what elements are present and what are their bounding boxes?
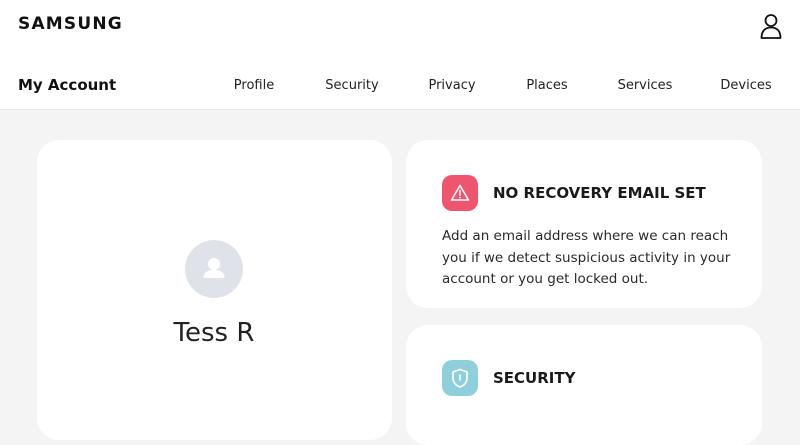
top-header: SAMSUNG My Account Profile Security Priv… bbox=[0, 0, 800, 110]
nav-services[interactable]: Services bbox=[618, 78, 673, 93]
recovery-email-heading: NO RECOVERY EMAIL SET bbox=[493, 184, 706, 202]
profile-name: Tess R bbox=[173, 318, 255, 348]
nav-places[interactable]: Places bbox=[526, 78, 567, 93]
avatar[interactable] bbox=[185, 240, 243, 298]
nav-profile[interactable]: Profile bbox=[234, 78, 274, 93]
shield-icon bbox=[452, 368, 468, 388]
nav-security[interactable]: Security bbox=[325, 78, 378, 93]
warning-triangle-icon bbox=[450, 184, 470, 201]
security-heading: SECURITY bbox=[493, 369, 576, 387]
my-account-title[interactable]: My Account bbox=[18, 76, 116, 94]
security-badge bbox=[442, 360, 478, 396]
nav-devices[interactable]: Devices bbox=[720, 78, 771, 93]
warning-badge bbox=[442, 175, 478, 211]
person-icon bbox=[203, 258, 225, 278]
nav-privacy[interactable]: Privacy bbox=[428, 78, 475, 93]
recovery-email-description: Add an email address where we can reach … bbox=[442, 228, 731, 287]
samsung-logo[interactable]: SAMSUNG bbox=[18, 14, 123, 34]
user-icon[interactable] bbox=[758, 12, 784, 40]
